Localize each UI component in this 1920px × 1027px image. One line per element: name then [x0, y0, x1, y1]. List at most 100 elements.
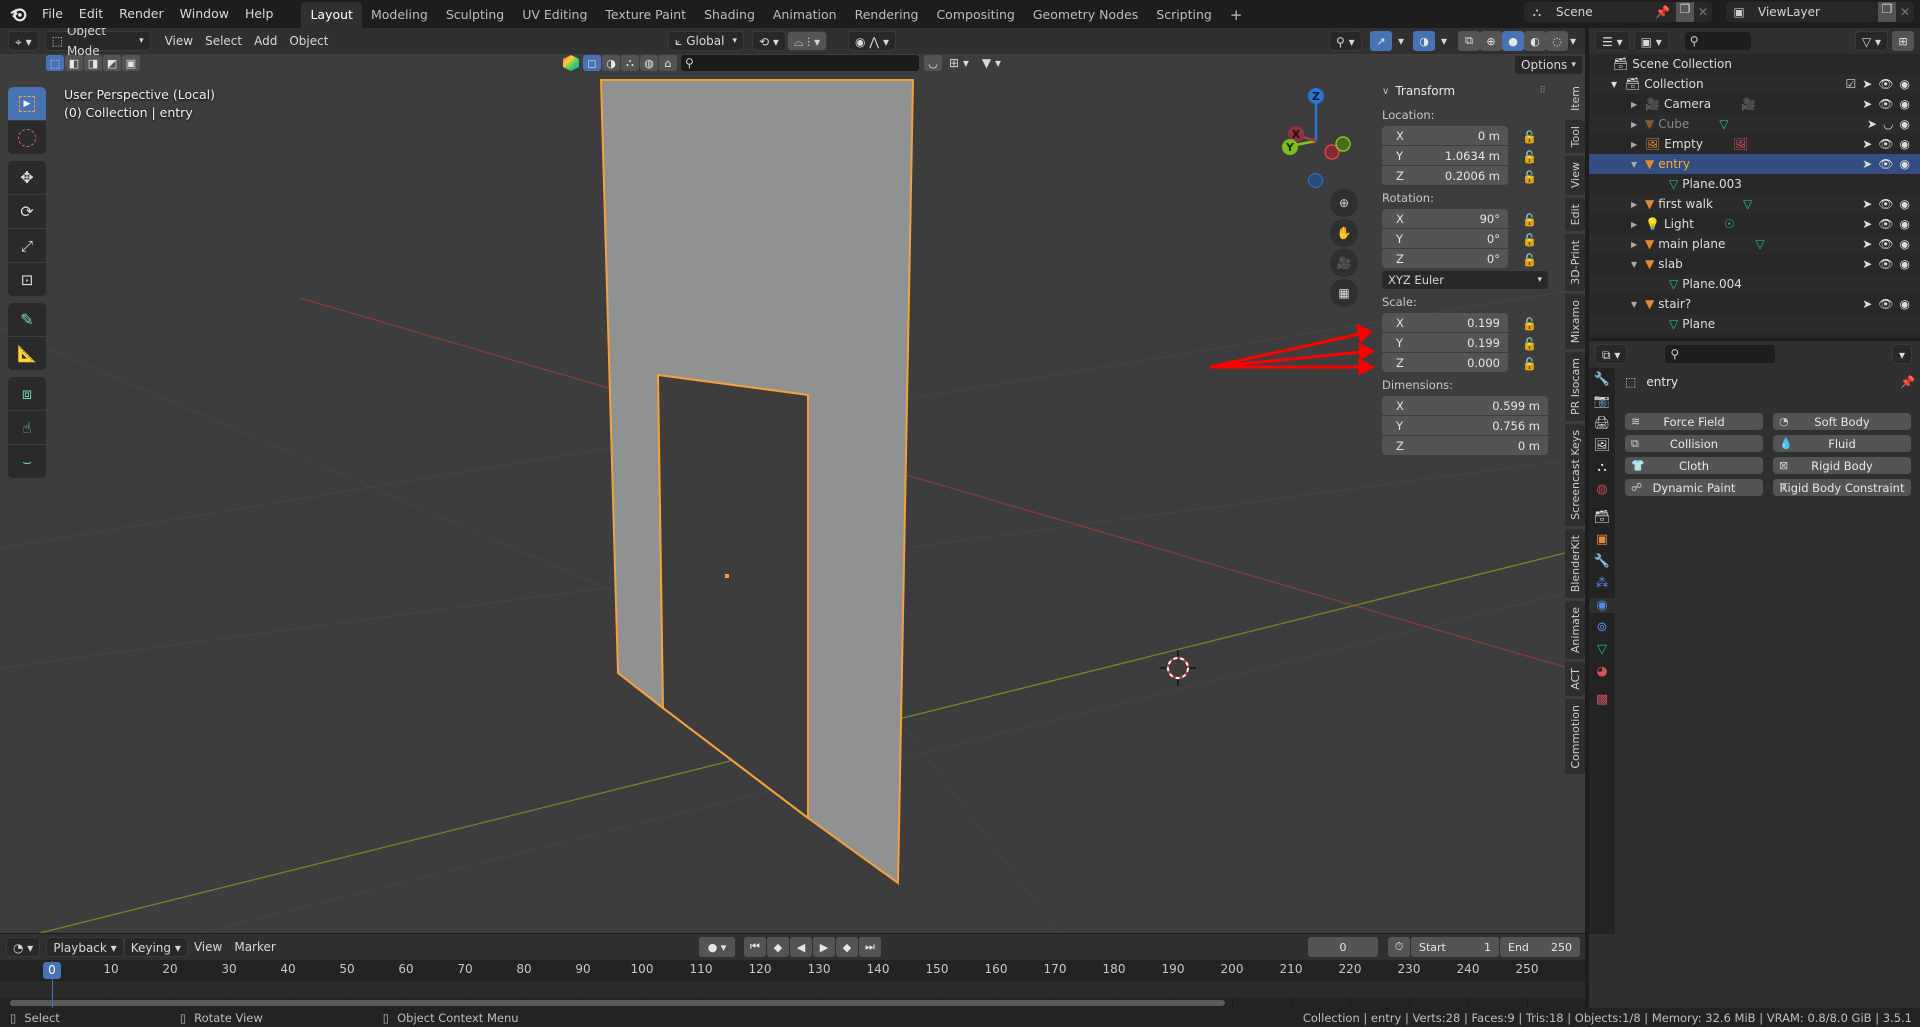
- annotate-tool[interactable]: ✎: [8, 303, 46, 337]
- sidebar-tab-pr-isocam[interactable]: PR Isocam: [1565, 351, 1585, 421]
- collision-button[interactable]: ⧉ Collision: [1625, 435, 1763, 452]
- menu-select[interactable]: Select: [199, 31, 248, 51]
- rigid-body-button[interactable]: ⊠ Rigid Body: [1773, 457, 1911, 474]
- menu-add[interactable]: Add: [248, 31, 283, 51]
- location-x-field[interactable]: X0 m: [1382, 126, 1508, 145]
- cloth-button[interactable]: 👕 Cloth: [1625, 457, 1763, 474]
- sidebar-tab-item[interactable]: Item: [1565, 80, 1585, 118]
- outliner-item[interactable]: ▼ ▼ slab ➤ 👁 ◉: [1589, 254, 1920, 274]
- pin-icon[interactable]: 📌: [1655, 5, 1670, 19]
- world-filter-icon[interactable]: ◍: [640, 55, 658, 71]
- expand-arrow-icon[interactable]: ▶: [1631, 100, 1645, 109]
- expand-arrow-icon[interactable]: ▶: [1631, 220, 1645, 229]
- outliner-child-item[interactable]: ▽ Plane.003: [1589, 174, 1920, 194]
- outliner-child-item[interactable]: ▽ Plane.004: [1589, 274, 1920, 294]
- display-mode-dropdown[interactable]: ▣ ▾: [1633, 31, 1669, 51]
- data-tab-icon[interactable]: ▽: [1597, 642, 1607, 657]
- new-scene-icon[interactable]: ❐: [1676, 2, 1694, 22]
- outliner-search-input[interactable]: ⚲: [1684, 32, 1751, 50]
- tab-rendering[interactable]: Rendering: [846, 2, 928, 28]
- scale-x-field[interactable]: X 0.199: [1382, 313, 1508, 332]
- world-tab-icon[interactable]: ◍: [1596, 482, 1607, 497]
- tab-sculpting[interactable]: Sculpting: [437, 2, 513, 28]
- view-layer-tab-icon[interactable]: 🖼: [1594, 438, 1611, 453]
- material-filter-icon[interactable]: ◑: [602, 55, 620, 71]
- rotate-tool[interactable]: ⟳: [8, 195, 46, 229]
- tab-compositing[interactable]: Compositing: [927, 2, 1023, 28]
- measure-tool[interactable]: 📐: [8, 337, 46, 371]
- timeline-scrollbar[interactable]: [10, 1000, 1225, 1006]
- menu-file[interactable]: File: [34, 0, 71, 28]
- sidebar-tab-view[interactable]: View: [1565, 156, 1585, 195]
- drag-handle-icon[interactable]: ⠿: [1539, 86, 1546, 96]
- expand-arrow-icon[interactable]: ▶: [1631, 140, 1645, 149]
- rotation-z-field[interactable]: Z 0°: [1382, 249, 1508, 268]
- display-mode-dropdown[interactable]: ⊞ ▾: [943, 55, 975, 71]
- expand-arrow-icon[interactable]: ▼: [1631, 160, 1645, 169]
- expand-arrow-icon[interactable]: ▶: [1631, 200, 1645, 209]
- outliner-child-item[interactable]: ▽ Plane: [1589, 314, 1920, 334]
- delete-view-layer-icon[interactable]: ✕: [1896, 5, 1914, 19]
- tab-scripting[interactable]: Scripting: [1147, 2, 1221, 28]
- sidebar-tab-blenderkit[interactable]: BlenderKit: [1565, 528, 1585, 598]
- render-icon[interactable]: ◉: [1900, 257, 1910, 271]
- expand-arrow-icon[interactable]: ▼: [1631, 260, 1645, 269]
- checkbox-icon[interactable]: ☑: [1845, 77, 1856, 91]
- sidebar-tab-edit[interactable]: Edit: [1565, 197, 1585, 231]
- selectable-icon[interactable]: ➤: [1862, 217, 1872, 231]
- mode-dropdown[interactable]: ⬚ Object Mode ▾: [44, 28, 151, 58]
- render-icon[interactable]: ◉: [1900, 157, 1910, 171]
- selectable-icon[interactable]: ➤: [1862, 157, 1872, 171]
- cursor-tool[interactable]: [8, 121, 46, 155]
- sidebar-tab-3d-print[interactable]: 3D-Print: [1565, 233, 1585, 291]
- scene-selector[interactable]: ⛬ Scene 📌 ❐ ✕: [1524, 2, 1712, 22]
- tab-texture-paint[interactable]: Texture Paint: [596, 2, 695, 28]
- output-tab-icon[interactable]: 🖨: [1594, 416, 1611, 431]
- fluid-button[interactable]: 💧 Fluid: [1773, 435, 1911, 452]
- unlock-icon[interactable]: 🔓: [1522, 213, 1537, 227]
- rotation-mode-dropdown[interactable]: XYZ Euler ▾: [1382, 271, 1548, 289]
- toggle-perspective-button[interactable]: ▦: [1330, 279, 1358, 307]
- playhead-frame-label[interactable]: 0: [43, 962, 61, 979]
- pin-icon[interactable]: 📌: [1900, 375, 1915, 389]
- eye-icon[interactable]: 👁: [1878, 237, 1893, 251]
- overlays-toggle[interactable]: ◑: [1413, 31, 1435, 51]
- scale-tool[interactable]: ⤢: [8, 229, 46, 263]
- delete-scene-icon[interactable]: ✕: [1694, 5, 1712, 19]
- tab-uv-editing[interactable]: UV Editing: [513, 2, 596, 28]
- shading-material[interactable]: ◐: [1524, 31, 1546, 51]
- object-tab-icon[interactable]: ▣: [1596, 532, 1608, 547]
- tab-modeling[interactable]: Modeling: [362, 2, 437, 28]
- scale-y-field[interactable]: Y 0.199: [1382, 333, 1508, 352]
- tab-geometry-nodes[interactable]: Geometry Nodes: [1024, 2, 1147, 28]
- eye-icon[interactable]: 👁: [1878, 97, 1893, 111]
- unlock-icon[interactable]: 🔓: [1522, 130, 1537, 144]
- outliner-item[interactable]: ▶ ▼ Cube ▽ ➤ ◡ ◉: [1589, 114, 1920, 134]
- physics-tab-icon[interactable]: ◉: [1589, 598, 1615, 613]
- collapse-icon[interactable]: ◡: [924, 55, 942, 71]
- selectable-icon[interactable]: ➤: [1862, 77, 1872, 91]
- expand-arrow-icon[interactable]: ▼: [1611, 80, 1625, 89]
- render-tab-icon[interactable]: 📷: [1594, 394, 1610, 409]
- light-data-icon[interactable]: ☉: [1724, 217, 1735, 231]
- dynamic-paint-button[interactable]: ☍ Dynamic Paint: [1625, 479, 1763, 496]
- unlock-icon[interactable]: 🔓: [1522, 357, 1537, 371]
- navigation-gizmo[interactable]: X Y Z: [1280, 80, 1360, 160]
- tool-tab-icon[interactable]: 🔧: [1594, 372, 1610, 387]
- eye-closed-icon[interactable]: ◡: [1883, 117, 1893, 131]
- render-icon[interactable]: ◉: [1900, 97, 1910, 111]
- unlock-icon[interactable]: 🔓: [1522, 233, 1537, 247]
- edit-tool[interactable]: ☝: [8, 411, 46, 445]
- scene-filter-icon[interactable]: ⛬: [621, 55, 639, 71]
- mesh-data-icon[interactable]: ▽: [1743, 197, 1752, 211]
- properties-search-input[interactable]: ⚲: [1665, 345, 1776, 363]
- outliner-item[interactable]: ▶ ▼ main plane ▽ ➤ 👁 ◉: [1589, 234, 1920, 254]
- properties-options-dropdown[interactable]: ▾: [1891, 344, 1912, 364]
- scale-z-field[interactable]: Z 0.000: [1382, 353, 1508, 372]
- xray-toggle[interactable]: ⧉: [1458, 31, 1480, 51]
- eye-icon[interactable]: 👁: [1878, 137, 1893, 151]
- select-box-tool[interactable]: ▶: [8, 87, 46, 121]
- scene-collection-row[interactable]: 🗃 Scene Collection: [1589, 54, 1920, 74]
- 3d-cursor[interactable]: [1160, 650, 1196, 686]
- soft-body-button[interactable]: ◔ Soft Body: [1773, 413, 1911, 430]
